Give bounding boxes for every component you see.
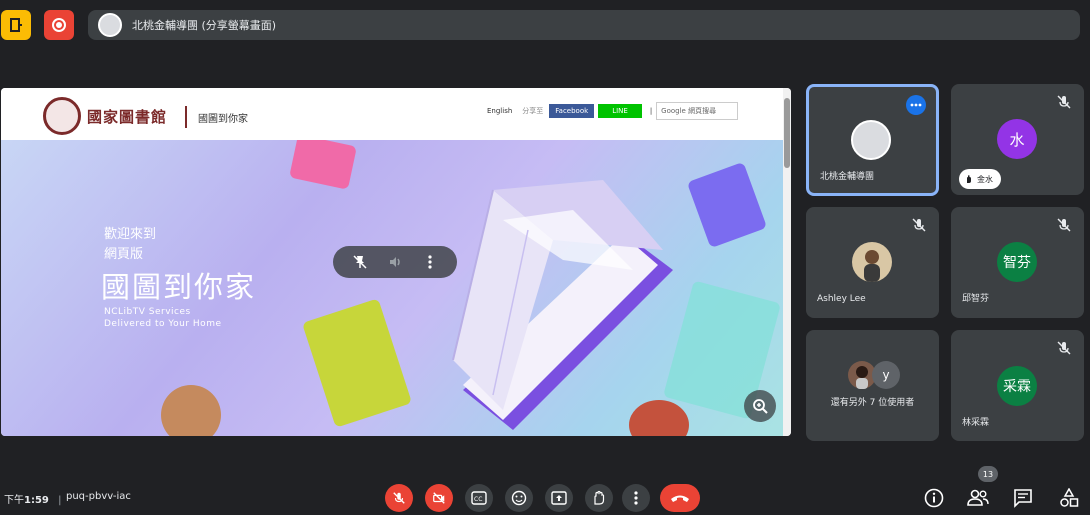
mic-off-icon: [393, 492, 405, 504]
person-photo-icon: [864, 250, 880, 282]
mic-off-icon: [1057, 218, 1071, 232]
activities-shapes-icon: [1060, 488, 1079, 507]
clock-period: 下午: [4, 495, 24, 506]
hand-raised-icon: [967, 175, 971, 183]
line-button[interactable]: LINE: [598, 104, 642, 118]
record-icon[interactable]: [44, 10, 74, 40]
camera-toggle-button[interactable]: [425, 484, 453, 512]
meeting-code: puq-pbvv-iac: [66, 491, 131, 502]
library-seal-logo: [43, 97, 81, 135]
site-banner: 歡迎來到 網頁版 國圖到你家 NCLibTV Services Delivere…: [1, 140, 783, 436]
mic-toggle-button[interactable]: [385, 484, 413, 512]
banner-title: 國圖到你家: [101, 270, 257, 304]
chat-icon: [1014, 489, 1032, 508]
participant-name: Ashley Lee: [817, 294, 866, 304]
participant-avatar: 水: [997, 119, 1037, 159]
zoom-in-icon: [753, 399, 768, 414]
participant-name: 北桃金輔導團: [820, 172, 875, 182]
present-screen-icon: [551, 491, 567, 505]
meeting-details-button[interactable]: [922, 486, 946, 510]
captions-icon: CC: [471, 491, 487, 505]
site-logo-subtitle: 國圖到你家: [198, 114, 248, 125]
emoji-icon: [511, 490, 527, 506]
nav-divider: |: [649, 107, 653, 115]
site-search-label: Google 網頁搜尋: [661, 107, 717, 115]
activities-button[interactable]: [1057, 486, 1081, 510]
hang-up-icon: [671, 495, 689, 502]
site-header: 國家圖書館 國圖到你家 English 分享至 Facebook LINE | …: [1, 88, 783, 140]
more-options-button[interactable]: [622, 484, 650, 512]
leave-call-button[interactable]: [660, 484, 700, 512]
mic-off-icon: [912, 218, 926, 232]
site-scrollbar[interactable]: [783, 88, 791, 436]
participant-avatar: 智芬: [997, 242, 1037, 282]
present-button[interactable]: [545, 484, 573, 512]
more-options-icon[interactable]: [422, 254, 438, 270]
captions-button[interactable]: CC: [465, 484, 493, 512]
hand-icon: [594, 490, 605, 505]
participant-tile-jinshui[interactable]: 水 金水: [951, 84, 1084, 195]
decor-yellow-block: [301, 298, 413, 428]
presentation-banner[interactable]: 北桃金輔導團 (分享螢幕畫面): [88, 10, 1080, 40]
decor-pink-block: [289, 140, 357, 190]
info-icon: [924, 488, 944, 508]
participant-photo-avatar: [852, 242, 892, 282]
more-horiz-icon: [910, 103, 922, 107]
banner-welcome-line1: 歡迎來到: [104, 227, 157, 242]
banner-welcome: 歡迎來到 網頁版: [104, 225, 156, 265]
unpin-icon[interactable]: [352, 254, 368, 270]
english-link[interactable]: English: [487, 107, 512, 115]
mic-off-icon: [1057, 341, 1071, 355]
share-label: 分享至: [522, 107, 544, 115]
reactions-button[interactable]: [505, 484, 533, 512]
site-search-box[interactable]: Google 網頁搜尋: [656, 102, 739, 120]
decor-purple-block: [686, 161, 768, 249]
more-vert-icon: [634, 491, 638, 505]
mic-off-icon: [1057, 95, 1071, 109]
presentation-label: 北桃金輔導團 (分享螢幕畫面): [132, 19, 277, 32]
participant-name: 邱智芬: [962, 294, 990, 304]
people-icon: [967, 489, 989, 506]
others-count-label: 還有另外 7 位使用者: [830, 398, 915, 408]
participant-tile-caimin[interactable]: 采霖 林采霖: [951, 330, 1084, 441]
banner-english: NCLibTV Services Delivered to Your Home: [104, 306, 222, 330]
site-nav: English 分享至 Facebook LINE | Google 網頁搜尋: [487, 102, 739, 120]
participant-tile-presenter[interactable]: 北桃金輔導團: [806, 84, 939, 196]
participant-name-chip: 金水: [959, 169, 1001, 189]
clock-separator: |: [58, 495, 62, 506]
site-logo-text: 國家圖書館: [87, 108, 168, 126]
presentation-overlay-controls: [333, 246, 457, 278]
participant-name: 金水: [977, 174, 993, 184]
presenter-avatar: [851, 120, 891, 160]
people-button[interactable]: [966, 486, 990, 510]
participant-name: 林采霖: [962, 418, 990, 428]
chat-button[interactable]: [1011, 486, 1035, 510]
logo-divider: [185, 106, 187, 128]
participant-tile-ashley[interactable]: Ashley Lee: [806, 207, 939, 318]
participant-tile-zhifen[interactable]: 智芬 邱智芬: [951, 207, 1084, 318]
participant-count-badge: 13: [978, 466, 998, 482]
decor-character-left: [161, 385, 221, 436]
others-letter-avatar: y: [872, 361, 900, 389]
audio-icon[interactable]: [387, 254, 403, 270]
svg-text:CC: CC: [474, 496, 482, 503]
scrollbar-thumb[interactable]: [784, 98, 790, 168]
participant-tile-others[interactable]: y 還有另外 7 位使用者: [806, 330, 939, 441]
tile-more-button[interactable]: [906, 95, 926, 115]
facebook-button[interactable]: Facebook: [549, 104, 595, 118]
door-icon[interactable]: [1, 10, 31, 40]
participant-avatar: 采霖: [997, 366, 1037, 406]
presenter-avatar: [98, 13, 122, 37]
raise-hand-button[interactable]: [585, 484, 613, 512]
banner-welcome-line2: 網頁版: [104, 247, 144, 262]
banner-english-line1: NCLibTV Services: [104, 307, 191, 317]
camera-off-icon: [433, 492, 445, 504]
open-book-illustration: [452, 180, 673, 430]
meeting-clock: 下午1:59 |: [4, 491, 61, 506]
zoom-button[interactable]: [744, 390, 776, 422]
clock-time: 1:59: [24, 495, 49, 506]
banner-english-line2: Delivered to Your Home: [104, 319, 222, 329]
